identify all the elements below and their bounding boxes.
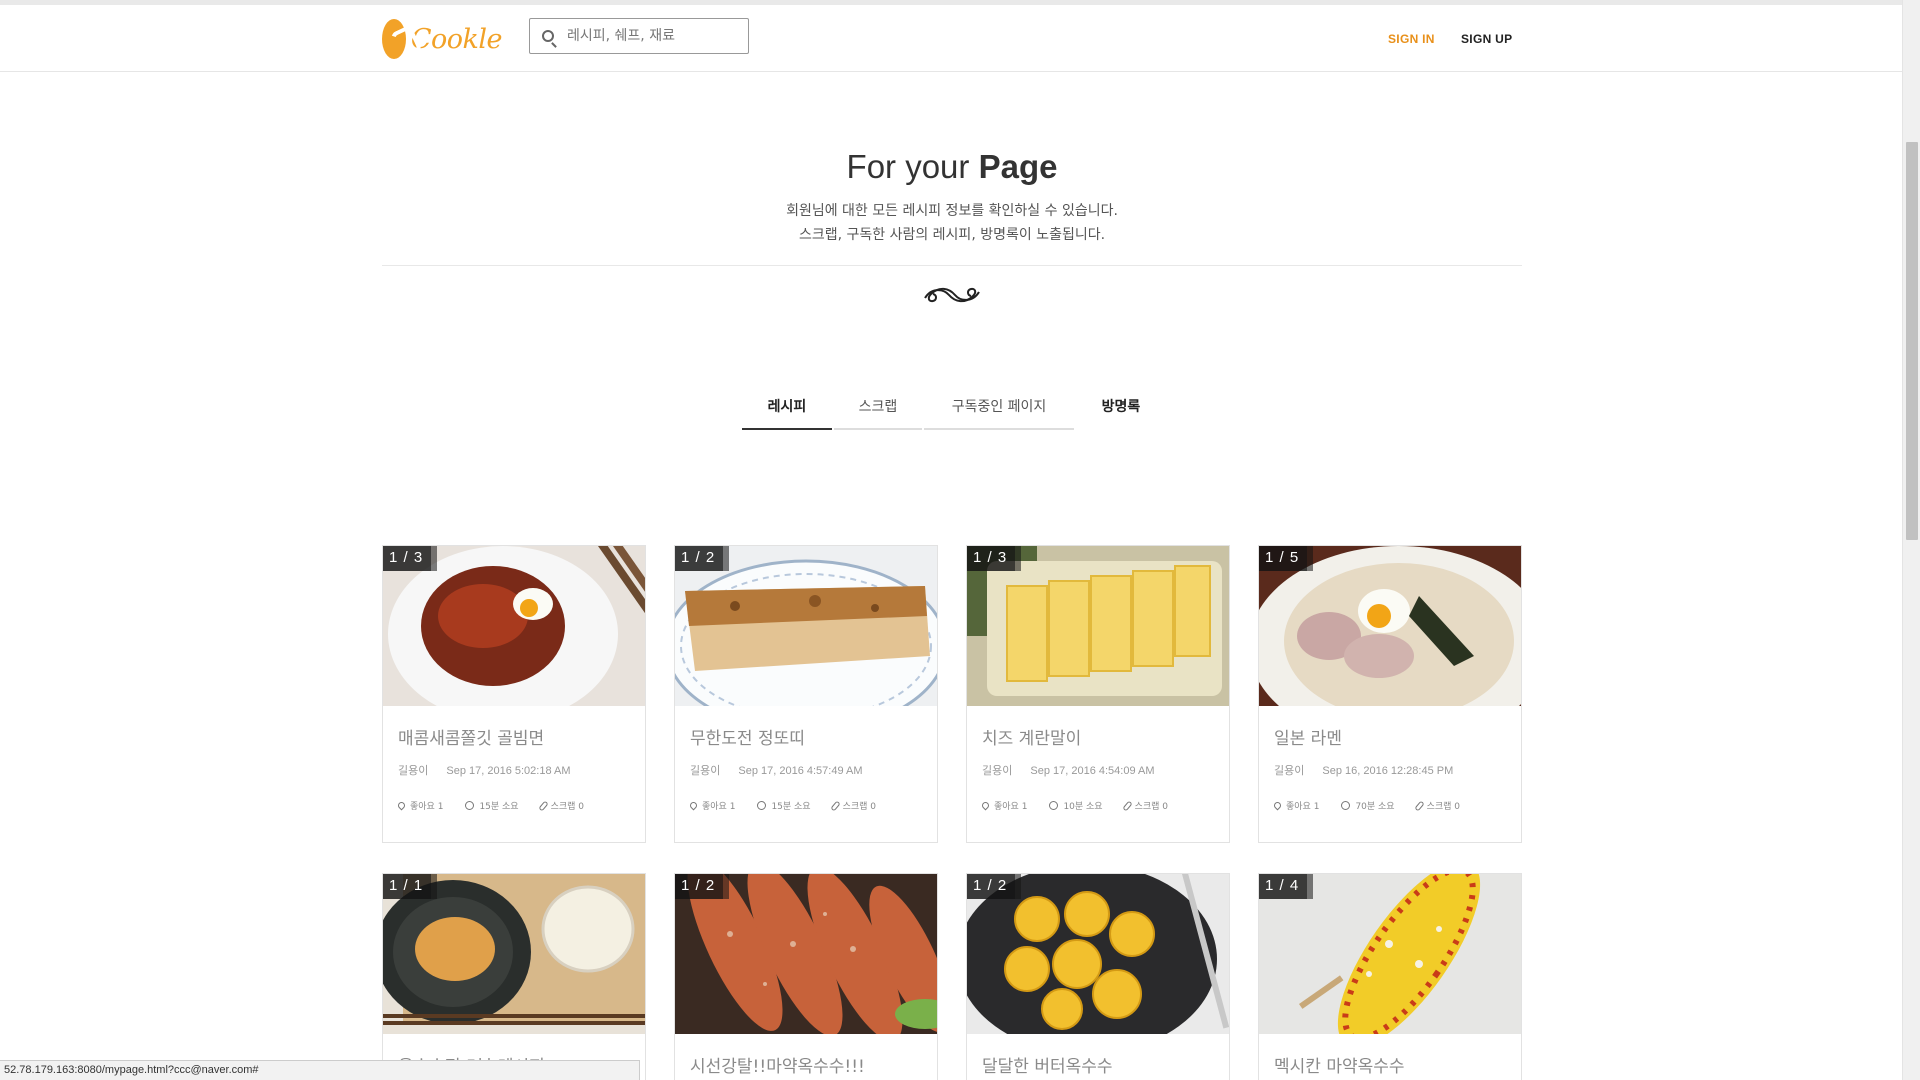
recipe-card[interactable]: 1 / 2 무한도전 정또띠 길용이 Sep 17, 2016 4:57:49 A… — [674, 545, 938, 843]
recipe-card[interactable]: 1 / 5 일본 라멘 길용이 Sep 16, 2016 12:28:45 PM … — [1258, 545, 1522, 843]
cook-time: 10분 소요 — [1063, 802, 1103, 812]
logo-icon — [382, 19, 406, 59]
recipe-title[interactable]: 멕시칸 마약옥수수 — [1274, 1052, 1405, 1077]
paperclip-icon — [537, 800, 549, 811]
divider — [382, 265, 1522, 266]
recipe-meta: 길용이 Sep 17, 2016 4:57:49 AM — [690, 762, 863, 778]
tab-scrap[interactable]: 스크랩 — [834, 390, 922, 430]
page-title-bold: Page — [978, 148, 1058, 185]
recipe-stats: 좋아요 1 70분 소요 스크랩 0 — [1272, 799, 1482, 812]
recipe-photo[interactable]: 1 / 1 — [383, 874, 645, 1034]
recipe-meta: 길용이 Sep 17, 2016 4:54:09 AM — [982, 762, 1155, 778]
like-count: 좋아요 1 — [702, 802, 736, 812]
search-input[interactable] — [567, 25, 737, 47]
recipe-card[interactable]: 1 / 2 달달한 버터옥수수 — [966, 873, 1230, 1080]
sign-up-link[interactable]: SIGN UP — [1461, 32, 1512, 46]
paperclip-icon — [829, 800, 841, 811]
scrap-count: 스크랩 0 — [1134, 802, 1169, 812]
logo-text: Cookle — [410, 23, 503, 55]
logo[interactable]: Cookle — [382, 17, 503, 61]
recipe-photo[interactable]: 1 / 5 — [1259, 546, 1521, 706]
recipe-photo[interactable]: 1 / 2 — [675, 546, 937, 706]
author-name[interactable]: 길용이 — [398, 765, 428, 777]
cook-time: 15분 소요 — [771, 802, 811, 812]
status-bar-url: 52.78.179.163:8080/mypage.html?ccc@naver… — [0, 1060, 640, 1080]
recipe-title[interactable]: 달달한 버터옥수수 — [982, 1052, 1113, 1077]
author-name[interactable]: 길용이 — [690, 765, 720, 777]
heart-icon — [688, 800, 699, 811]
recipe-card[interactable]: 1 / 1 옥수수전 5분 레시피 — [382, 873, 646, 1080]
image-count-badge: 1 / 1 — [383, 874, 438, 899]
clock-icon — [465, 801, 475, 810]
page-title-light: For your — [846, 148, 979, 185]
recipe-title[interactable]: 무한도전 정또띠 — [690, 724, 805, 749]
flourish-ornament-icon — [924, 287, 980, 303]
recipe-stats: 좋아요 1 10분 소요 스크랩 0 — [980, 799, 1190, 812]
heart-icon — [1272, 800, 1283, 811]
recipe-meta: 길용이 Sep 16, 2016 12:28:45 PM — [1274, 762, 1453, 778]
scrollbar-thumb[interactable] — [1906, 142, 1918, 540]
clock-icon — [757, 801, 767, 810]
paperclip-icon — [1413, 800, 1425, 811]
recipe-card[interactable]: 1 / 3 치즈 계란말이 길용이 Sep 17, 2016 4:54:09 AM… — [966, 545, 1230, 843]
recipe-title[interactable]: 치즈 계란말이 — [982, 724, 1081, 749]
like-count: 좋아요 1 — [1286, 802, 1320, 812]
recipe-photo[interactable]: 1 / 2 — [675, 874, 937, 1034]
recipe-photo[interactable]: 1 / 4 — [1259, 874, 1521, 1034]
recipe-meta: 길용이 Sep 17, 2016 5:02:18 AM — [398, 762, 571, 778]
image-count-badge: 1 / 4 — [1259, 874, 1314, 899]
search-box[interactable] — [529, 18, 749, 54]
recipe-title[interactable]: 일본 라멘 — [1274, 724, 1342, 749]
site-header: Cookle SIGN IN SIGN UP — [0, 5, 1902, 72]
post-date: Sep 16, 2016 12:28:45 PM — [1322, 765, 1454, 777]
search-icon — [542, 30, 554, 42]
recipe-card[interactable]: 1 / 3 매콤새콤쫄깃 골빔면 길용이 Sep 17, 2016 5:02:18… — [382, 545, 646, 843]
tab-recipe[interactable]: 레시피 — [742, 390, 832, 430]
page-description-line2: 스크랩, 구독한 사람의 레시피, 방명록이 노출됩니다. — [798, 227, 1106, 243]
page-title: For your Page — [382, 148, 1522, 186]
recipe-stats: 좋아요 1 15분 소요 스크랩 0 — [396, 799, 606, 812]
cook-time: 15분 소요 — [479, 802, 519, 812]
recipe-photo[interactable]: 1 / 2 — [967, 874, 1229, 1034]
scrap-count: 스크랩 0 — [1426, 802, 1461, 812]
clock-icon — [1049, 801, 1059, 810]
recipe-photo[interactable]: 1 / 3 — [967, 546, 1229, 706]
author-name[interactable]: 길용이 — [982, 765, 1012, 777]
image-count-badge: 1 / 2 — [675, 874, 730, 899]
mypage-tabs: 레시피 스크랩 구독중인 페이지 방명록 — [742, 390, 1168, 430]
scrap-count: 스크랩 0 — [550, 802, 585, 812]
scrap-count: 스크랩 0 — [842, 802, 877, 812]
like-count: 좋아요 1 — [410, 802, 444, 812]
image-count-badge: 1 / 3 — [383, 546, 438, 571]
like-count: 좋아요 1 — [994, 802, 1028, 812]
image-count-badge: 1 / 3 — [967, 546, 1022, 571]
recipe-stats: 좋아요 1 15분 소요 스크랩 0 — [688, 799, 898, 812]
clock-icon — [1341, 801, 1351, 810]
recipe-card[interactable]: 1 / 4 멕시칸 마약옥수수 — [1258, 873, 1522, 1080]
heart-icon — [980, 800, 991, 811]
image-count-badge: 1 / 5 — [1259, 546, 1314, 571]
heart-icon — [396, 800, 407, 811]
page-scrollbar[interactable] — [1902, 0, 1920, 1080]
paperclip-icon — [1121, 800, 1133, 811]
image-count-badge: 1 / 2 — [675, 546, 730, 571]
tab-guestbook[interactable]: 방명록 — [1076, 390, 1166, 430]
recipe-title[interactable]: 매콤새콤쫄깃 골빔면 — [398, 724, 544, 749]
post-date: Sep 17, 2016 5:02:18 AM — [446, 765, 571, 777]
author-name[interactable]: 길용이 — [1274, 765, 1304, 777]
post-date: Sep 17, 2016 4:57:49 AM — [738, 765, 863, 777]
recipe-card[interactable]: 1 / 2 시선강탈!!마약옥수수!!! — [674, 873, 938, 1080]
post-date: Sep 17, 2016 4:54:09 AM — [1030, 765, 1155, 777]
recipe-photo[interactable]: 1 / 3 — [383, 546, 645, 706]
image-count-badge: 1 / 2 — [967, 874, 1022, 899]
tab-subscriptions[interactable]: 구독중인 페이지 — [924, 390, 1074, 430]
sign-in-link[interactable]: SIGN IN — [1388, 32, 1435, 46]
page-description-line1: 회원님에 대한 모든 레시피 정보를 확인하실 수 있습니다. — [786, 203, 1118, 219]
cook-time: 70분 소요 — [1355, 802, 1395, 812]
recipe-title[interactable]: 시선강탈!!마약옥수수!!! — [690, 1052, 865, 1077]
